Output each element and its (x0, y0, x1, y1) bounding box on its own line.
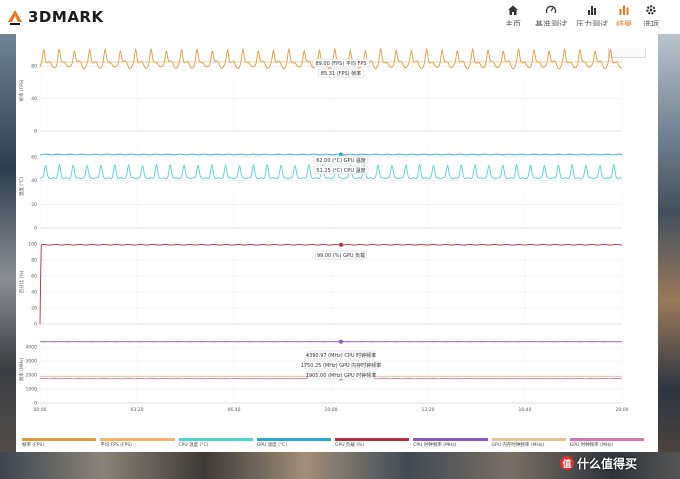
x-tick-label: 13:20 (422, 407, 435, 413)
legend-item[interactable]: GPU 内存时钟频率 (MHz) (491, 436, 570, 450)
x-tick-label: 00:00 (34, 407, 47, 413)
logo-icon (8, 10, 22, 25)
y-tick-label: 2000 (26, 373, 38, 379)
tooltip-text: 99.00 (%) GPU 负载 (317, 252, 365, 259)
y-axis-label: 帧率 (FPS) (18, 79, 25, 101)
home-icon (507, 3, 519, 17)
legend-item[interactable]: CPU 时钟频率 (MHz) (413, 436, 491, 450)
x-tick-label: 06:40 (228, 407, 241, 413)
y-tick-label: 40 (31, 290, 37, 296)
legend-item[interactable]: GPU 负载 (%) (335, 436, 413, 450)
watermark: 值 什么值得买 (560, 452, 637, 474)
background-art-right (658, 34, 680, 479)
legend-label: 平均 FPS (FPS) (100, 443, 132, 448)
watermark-badge: 值 (560, 456, 574, 470)
y-tick-label: 40 (31, 96, 37, 102)
y-tick-label: 0 (34, 322, 37, 328)
legend-swatch (256, 438, 331, 441)
monitoring-chart: 0 40 80 帧率 (FPS) 89.00 (FPS) 平均 FPS 85.31 (FP… (18, 47, 629, 413)
y-tick-label: 0 (34, 129, 37, 135)
y-tick-label: 20 (31, 202, 37, 208)
chart-panel-1: 0 20 40 60 温度 (°C) 62.00 (°C) GPU 温度 51.25 (°C… (18, 145, 623, 232)
y-tick-label: 60 (31, 154, 37, 160)
chart-panel-3: 0 1000 2000 3000 4000频率 (MHz) 4390.97 (MHz) C… (18, 336, 623, 407)
y-tick-label: 80 (31, 258, 37, 264)
legend-label: GPU 负载 (%) (335, 443, 365, 448)
legend-item[interactable]: GPU 时钟频率 (MHz) (569, 436, 648, 450)
app-logo: 3DMARK (6, 6, 104, 28)
y-tick-label: 1000 (26, 387, 38, 393)
tooltip-text: 62.00 (°C) GPU 温度 (316, 157, 366, 164)
y-tick-label: 3000 (26, 359, 38, 365)
legend-label: GPU 温度 (°C) (256, 443, 288, 448)
legend-item[interactable]: 平均 FPS (FPS) (100, 436, 178, 450)
y-tick-label: 40 (31, 178, 37, 184)
legend-swatch (569, 438, 644, 441)
y-tick-label: 100 (28, 242, 37, 248)
chart-legend: 帧率 (FPS) 平均 FPS (FPS) CPU 温度 (°C) GPU 温度 (°… (22, 436, 648, 450)
legend-swatch (22, 438, 97, 441)
chart-panel-0: 0 40 80 帧率 (FPS) 89.00 (FPS) 平均 FPS 85.31 (FP… (18, 47, 623, 135)
legend-swatch (178, 438, 253, 441)
gauge-icon (545, 3, 557, 17)
y-axis-label: 频率 (MHz) (18, 357, 25, 381)
y-axis-label: 百分比 (%) (18, 270, 25, 293)
hover-marker (339, 242, 343, 247)
legend-label: 帧率 (FPS) (22, 443, 45, 448)
tooltip-text: 4390.97 (MHz) CPU 时钟频率 (306, 352, 376, 359)
legend-item[interactable]: CPU 温度 (°C) (178, 436, 257, 450)
watermark-text: 什么值得买 (577, 456, 638, 471)
legend-label: GPU 时钟频率 (MHz) (569, 443, 614, 448)
x-tick-label: 20:00 (616, 407, 629, 413)
legend-label: GPU 内存时钟频率 (MHz) (491, 443, 545, 448)
legend-label: CPU 时钟频率 (MHz) (413, 443, 457, 448)
gear-icon (645, 3, 657, 17)
y-tick-label: 0 (34, 401, 37, 407)
y-axis-label: 温度 (°C) (18, 177, 25, 197)
y-tick-label: 60 (31, 274, 37, 280)
x-tick-label: 10:00 (325, 407, 338, 413)
legend-label: CPU 温度 (°C) (178, 443, 209, 448)
background-art-left (0, 34, 16, 479)
x-tick-label: 16:40 (519, 407, 532, 413)
tooltip-text: 51.25 (°C) CPU 温度 (316, 167, 365, 174)
brand-name: 3DMARK (28, 8, 104, 26)
legend-item[interactable]: GPU 温度 (°C) (256, 436, 335, 450)
y-tick-label: 20 (31, 306, 37, 312)
tooltip-text: 1750.25 (MHz) GPU 内存时钟频率 (301, 362, 382, 369)
y-tick-label: 4000 (26, 345, 38, 351)
y-tick-label: 80 (31, 64, 37, 70)
x-tick-label: 03:20 (131, 407, 144, 413)
tooltip-text: 85.31 (FPS) 帧率 (321, 70, 361, 77)
tooltip-text: 1905.00 (MHz) GPU 时钟频率 (306, 372, 377, 379)
legend-swatch (413, 438, 488, 441)
legend-swatch (100, 438, 175, 441)
hover-marker (339, 339, 343, 344)
legend-swatch (335, 438, 410, 441)
tooltip-text: 89.00 (FPS) 平均 FPS (315, 60, 366, 67)
y-tick-label: 0 (34, 226, 37, 232)
legend-swatch (491, 438, 566, 441)
legend-item[interactable]: 帧率 (FPS) (22, 436, 100, 450)
chart-panel-2: 0 20 40 60 80 100 百分比 (%) 99.00 (%) GPU 负载 (18, 240, 623, 328)
bar-chart-icon (586, 3, 598, 17)
results-chart-icon (618, 3, 630, 17)
